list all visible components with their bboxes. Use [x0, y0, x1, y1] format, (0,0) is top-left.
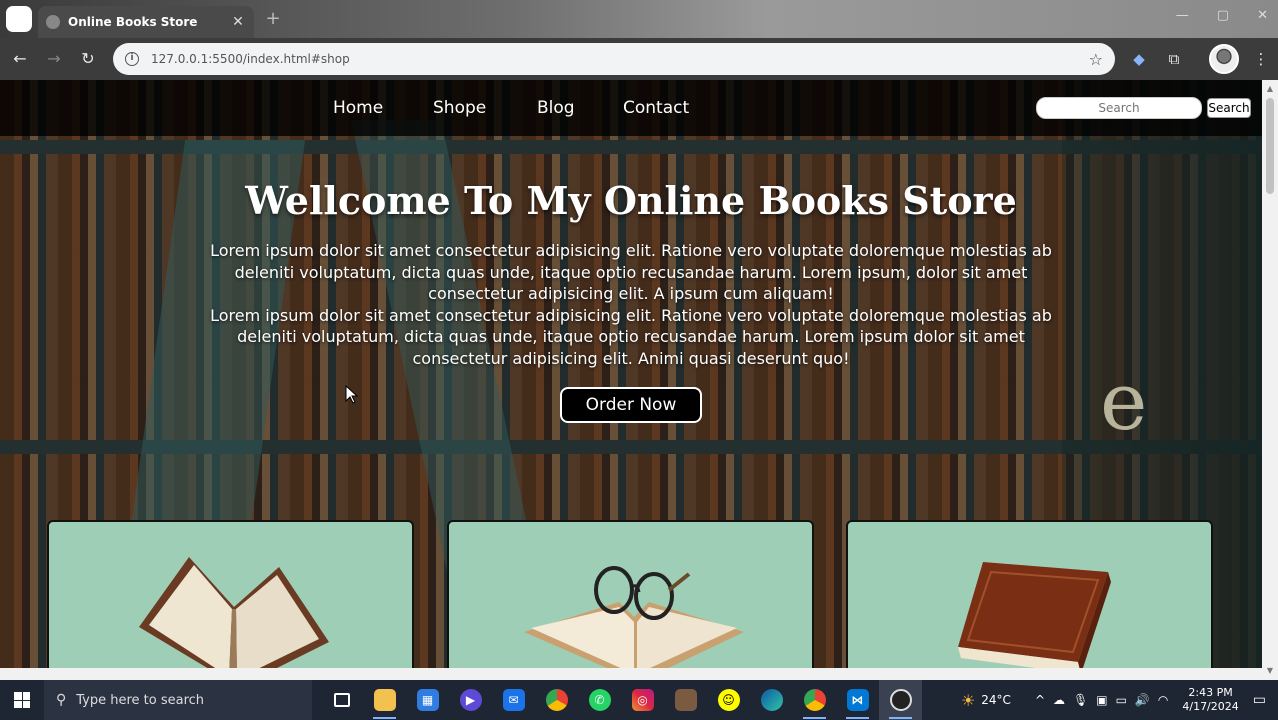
- taskbar-search[interactable]: ⚲ Type here to search: [44, 680, 312, 720]
- snapchat-icon[interactable]: ☺: [707, 680, 750, 720]
- nav-link-home[interactable]: Home: [333, 98, 383, 118]
- vertical-scrollbar[interactable]: ▲ ▼: [1262, 80, 1278, 680]
- page-viewport: e Home Shope Blog Contact Search Wellcom…: [0, 80, 1262, 680]
- browser-menu-icon[interactable]: ⋮: [1250, 48, 1272, 70]
- minimize-icon[interactable]: —: [1176, 8, 1189, 23]
- clock-date: 4/17/2024: [1182, 700, 1239, 713]
- browser-profile-button[interactable]: [6, 6, 32, 32]
- taskbar-search-placeholder: Type here to search: [76, 692, 205, 708]
- site-navbar: Home Shope Blog Contact Search: [0, 80, 1262, 136]
- system-tray: ☀ 24°C ^ ☁ 🎙 ▣ ▭ 🔊 ◠ 2:43 PM 4/17/2024 ▭: [961, 680, 1278, 720]
- browser-tab[interactable]: Online Books Store ✕: [38, 6, 254, 38]
- edge-icon[interactable]: [750, 680, 793, 720]
- site-info-icon[interactable]: i: [125, 52, 139, 66]
- order-now-button[interactable]: Order Now: [560, 387, 702, 423]
- address-bar[interactable]: i 127.0.0.1:5500/index.html#shop ☆: [113, 43, 1115, 75]
- back-arrow-icon[interactable]: ←: [9, 48, 31, 70]
- mouse-cursor-icon: [345, 385, 359, 404]
- book-card[interactable]: [447, 520, 814, 680]
- background-letter: e: [1100, 355, 1148, 448]
- onedrive-icon[interactable]: ☁: [1053, 693, 1065, 707]
- forward-arrow-icon[interactable]: →: [43, 48, 65, 70]
- media-player-icon[interactable]: ▶: [449, 680, 492, 720]
- reload-icon[interactable]: ↻: [77, 48, 99, 70]
- chrome-active-icon[interactable]: [793, 680, 836, 720]
- volume-icon[interactable]: 🔊: [1135, 693, 1150, 707]
- nav-link-shope[interactable]: Shope: [433, 98, 486, 118]
- taskbar-apps: ▦ ▶ ✉ ✆ ◎ ☺ ⋈: [320, 680, 922, 720]
- windows-logo-icon: [14, 692, 30, 708]
- maximize-icon[interactable]: ▢: [1217, 8, 1229, 23]
- scroll-thumb[interactable]: [1266, 98, 1274, 194]
- chrome-icon[interactable]: [535, 680, 578, 720]
- battery-icon[interactable]: ▭: [1116, 693, 1127, 707]
- wifi-icon[interactable]: ◠: [1158, 693, 1168, 707]
- book-card[interactable]: [47, 520, 414, 680]
- microphone-icon[interactable]: 🎙: [1073, 693, 1088, 707]
- weather-temp[interactable]: 24°C: [981, 693, 1011, 707]
- photo-app-icon[interactable]: [664, 680, 707, 720]
- bookmark-star-icon[interactable]: ☆: [1089, 50, 1103, 69]
- book-with-glasses-image: [524, 566, 744, 680]
- hero-paragraph: Lorem ipsum dolor sit amet consectetur a…: [210, 241, 1052, 304]
- taskbar-clock[interactable]: 2:43 PM 4/17/2024: [1182, 686, 1238, 714]
- weather-icon[interactable]: ☀: [961, 691, 975, 710]
- extensions-puzzle-icon[interactable]: ⧉: [1163, 48, 1185, 70]
- search-icon: ⚲: [56, 692, 67, 708]
- whatsapp-icon[interactable]: ✆: [578, 680, 621, 720]
- extension-gem-icon[interactable]: ◆: [1128, 48, 1150, 70]
- horizontal-scrollbar[interactable]: [0, 668, 1262, 680]
- start-button[interactable]: [0, 680, 44, 720]
- hero-title: Wellcome To My Online Books Store: [245, 178, 1017, 223]
- browser-tab-bar: Online Books Store ✕ + — ▢ ✕: [0, 0, 1278, 38]
- closed-book-image: [958, 562, 1111, 674]
- file-explorer-icon[interactable]: [363, 680, 406, 720]
- network-icon[interactable]: ▣: [1096, 693, 1107, 707]
- vscode-icon[interactable]: ⋈: [836, 680, 879, 720]
- tab-favicon-icon: [46, 15, 60, 29]
- search-input[interactable]: [1036, 97, 1202, 119]
- mail-icon[interactable]: ✉: [492, 680, 535, 720]
- windows-taskbar: ⚲ Type here to search ▦ ▶ ✉ ✆ ◎ ☺ ⋈ ☀ 24…: [0, 680, 1278, 720]
- address-url[interactable]: 127.0.0.1:5500/index.html#shop: [151, 52, 1089, 66]
- tab-title: Online Books Store: [68, 15, 198, 29]
- book-card[interactable]: [846, 520, 1213, 680]
- profile-avatar[interactable]: [1209, 44, 1239, 74]
- open-book-image: [139, 557, 329, 680]
- hero-text: Lorem ipsum dolor sit amet consectetur a…: [190, 240, 1072, 370]
- tab-close-icon[interactable]: ✕: [230, 14, 246, 30]
- instagram-icon[interactable]: ◎: [621, 680, 664, 720]
- scroll-down-icon[interactable]: ▼: [1265, 666, 1275, 676]
- notifications-icon[interactable]: ▭: [1253, 692, 1266, 708]
- nav-link-contact[interactable]: Contact: [623, 98, 689, 118]
- microsoft-store-icon[interactable]: ▦: [406, 680, 449, 720]
- browser-toolbar: ← → ↻ i 127.0.0.1:5500/index.html#shop ☆…: [0, 38, 1278, 80]
- new-tab-button[interactable]: +: [262, 9, 284, 31]
- tray-overflow-icon[interactable]: ^: [1035, 693, 1045, 707]
- nav-link-blog[interactable]: Blog: [537, 98, 575, 118]
- obs-icon[interactable]: [879, 680, 922, 720]
- clock-time: 2:43 PM: [1188, 686, 1233, 699]
- scroll-up-icon[interactable]: ▲: [1265, 84, 1275, 94]
- window-close-icon[interactable]: ✕: [1257, 8, 1268, 23]
- task-view-icon[interactable]: [320, 680, 363, 720]
- hero-paragraph: Lorem ipsum dolor sit amet consectetur a…: [210, 305, 1052, 368]
- search-button[interactable]: Search: [1207, 98, 1251, 118]
- window-controls: — ▢ ✕: [1176, 8, 1268, 23]
